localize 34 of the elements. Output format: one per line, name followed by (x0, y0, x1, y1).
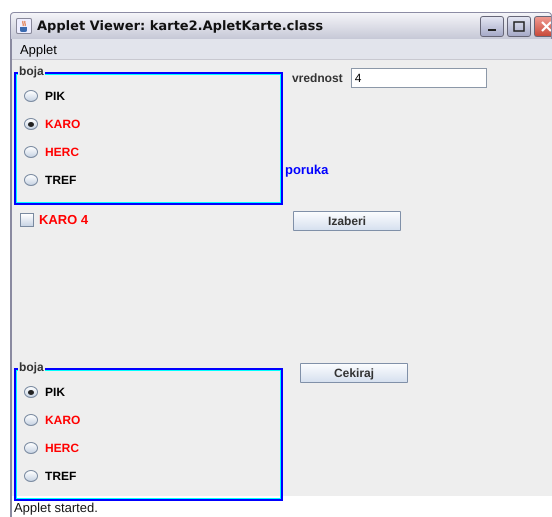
radio-button[interactable] (24, 442, 38, 454)
radio-label: HERC (45, 145, 80, 159)
close-icon (541, 20, 551, 32)
minimize-icon (488, 29, 496, 31)
radio-button[interactable] (24, 146, 38, 158)
radio-label: KARO (45, 117, 80, 131)
check-button[interactable]: Cekiraj (300, 363, 408, 383)
radio-label: TREF (45, 469, 76, 483)
radio-label: TREF (45, 173, 76, 187)
value-field[interactable]: 4 (350, 68, 487, 88)
message-label: poruka (285, 162, 330, 177)
checkbox-label: KARO 4 (39, 212, 88, 227)
radio-button[interactable] (24, 174, 38, 186)
radio-button[interactable] (24, 90, 38, 102)
maximize-icon (513, 20, 525, 32)
radio-button[interactable] (24, 470, 38, 482)
radio-label: PIK (45, 385, 66, 399)
radio-label: KARO (45, 413, 80, 427)
close-button[interactable] (534, 16, 551, 36)
menu-item[interactable]: Applet (20, 42, 57, 56)
group-title: boja (18, 360, 45, 374)
checkbox[interactable] (20, 212, 34, 226)
minimize-button[interactable] (480, 16, 504, 36)
choose-button[interactable]: Izaberi (293, 211, 401, 231)
field-label: vrednost (292, 71, 343, 85)
radio-label: HERC (45, 441, 80, 455)
group-title: boja (18, 64, 45, 78)
radio-label: PIK (45, 89, 66, 103)
window-title: Applet Viewer: karte2.ApletKarte.class (37, 18, 324, 34)
radio-button[interactable] (24, 386, 38, 398)
maximize-button[interactable] (507, 16, 531, 36)
coffee-cup-icon (16, 18, 32, 34)
radio-button[interactable] (24, 414, 38, 426)
radio-button[interactable] (24, 118, 38, 130)
